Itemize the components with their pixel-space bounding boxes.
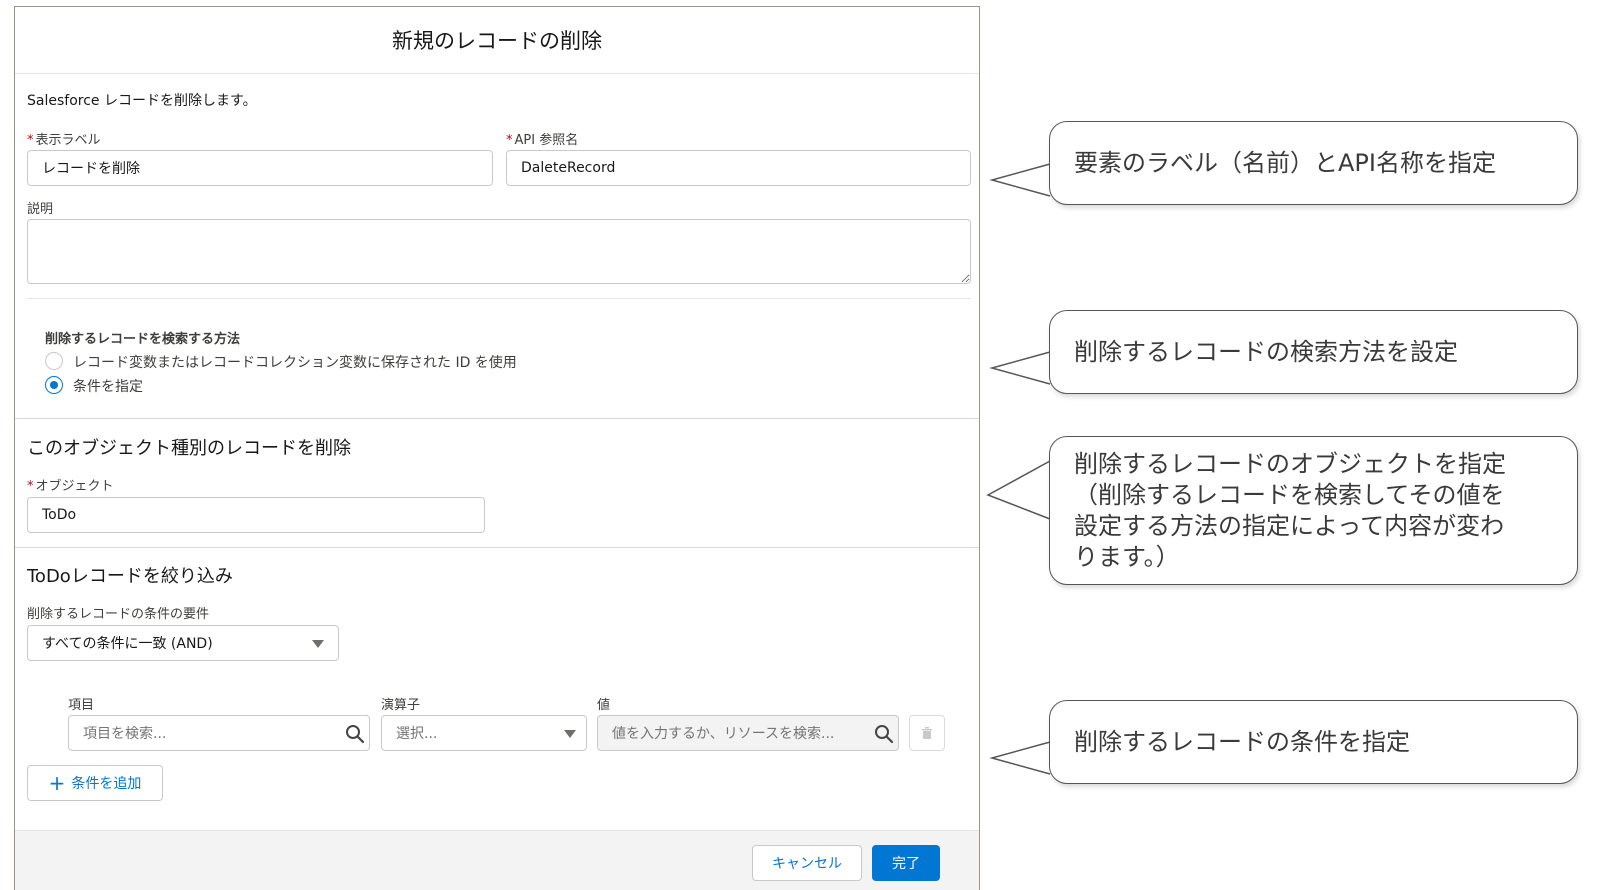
object-input[interactable]: ToDo (27, 497, 485, 533)
callout-pointer (989, 351, 1051, 385)
value-search-placeholder: 値を入力するか、リソースを検索... (612, 726, 835, 742)
callout-text: 削除するレコードの条件を指定 (1074, 727, 1410, 756)
delete-icon (922, 727, 932, 739)
callout-text: 要素のラベル（名前）とAPI名称を指定 (1074, 148, 1496, 177)
callout-conditions: 削除するレコードの条件を指定 (1049, 700, 1578, 784)
section-divider (15, 418, 979, 419)
callout-label-api: 要素のラベル（名前）とAPI名称を指定 (1049, 121, 1578, 205)
label-field-label: * 表示ラベル (27, 129, 101, 148)
field-search-input[interactable]: 項目を検索... (68, 715, 370, 751)
requirement-select-value: すべての条件に一致 (AND) (42, 636, 213, 652)
search-icon (346, 725, 365, 744)
search-icon (875, 725, 894, 744)
operator-select[interactable]: 選択... (381, 715, 587, 751)
callout-pointer (989, 741, 1051, 775)
label-field-label-text: 表示ラベル (35, 133, 101, 148)
add-condition-button[interactable]: + 条件を追加 (27, 765, 163, 801)
column-value-header: 値 (597, 698, 611, 713)
cancel-button[interactable]: キャンセル (752, 845, 862, 881)
delete-records-modal: 新規のレコードの削除 Salesforce レコードを削除します。 * 表示ラベル… (14, 6, 980, 890)
requirement-select[interactable]: すべての条件に一致 (AND) (27, 625, 339, 661)
operator-select-placeholder: 選択... (396, 726, 438, 742)
label-input[interactable]: レコードを削除 (27, 150, 493, 186)
value-search-input[interactable]: 値を入力するか、リソースを検索... (597, 715, 899, 751)
dropdown-triangle-icon (312, 640, 324, 648)
modal-description: Salesforce レコードを削除します。 (27, 93, 257, 109)
object-section-title: このオブジェクト種別のレコードを削除 (27, 438, 351, 459)
divider (27, 298, 971, 299)
section-divider (15, 547, 979, 548)
api-name-label-text: API 参照名 (514, 133, 579, 148)
modal-footer: キャンセル 完了 (15, 830, 979, 890)
api-name-input[interactable]: DaleteRecord (506, 150, 971, 186)
dropdown-triangle-icon (564, 730, 576, 738)
delete-condition-button[interactable] (909, 715, 945, 751)
callout-object: 削除するレコードのオブジェクトを指定 （削除するレコードを検索してその値を 設定… (1049, 436, 1578, 585)
done-button[interactable]: 完了 (872, 845, 940, 881)
callout-text-line: ります。） (1074, 542, 1180, 571)
modal-header: 新規のレコードの削除 (15, 7, 979, 74)
callout-text-line: 削除するレコードのオブジェクトを指定 (1074, 449, 1506, 478)
callout-text-line: （削除するレコードを検索してその値を (1074, 480, 1505, 509)
callout-pointer (989, 163, 1051, 197)
modal-title: 新規のレコードの削除 (392, 29, 602, 53)
search-method-heading: 削除するレコードを検索する方法 (45, 332, 241, 347)
required-marker: * (506, 133, 513, 148)
radio-specify-conditions-label: 条件を指定 (73, 379, 143, 395)
callout-search-method: 削除するレコードの検索方法を設定 (1049, 310, 1578, 394)
column-operator-header: 演算子 (381, 698, 421, 713)
callout-text-line: 設定する方法の指定によって内容が変わ (1074, 511, 1505, 540)
requirement-label: 削除するレコードの条件の要件 (27, 607, 210, 622)
callout-text: 削除するレコードの検索方法を設定 (1074, 337, 1458, 366)
description-textarea[interactable] (27, 219, 971, 284)
radio-use-id-label: レコード変数またはレコードコレクション変数に保存された ID を使用 (73, 355, 517, 371)
description-field-label: 説明 (27, 202, 54, 217)
column-field-header: 項目 (68, 698, 95, 713)
add-condition-label: 条件を追加 (71, 776, 142, 792)
object-label-text: オブジェクト (35, 479, 114, 494)
callout-pointer (986, 460, 1051, 520)
required-marker: * (27, 479, 34, 494)
filter-section-title: ToDoレコードを絞り込み (27, 566, 233, 587)
object-field-label: * オブジェクト (27, 475, 114, 494)
api-name-field-label: * API 参照名 (506, 129, 578, 148)
plus-icon: + (48, 771, 66, 795)
required-marker: * (27, 133, 34, 148)
radio-use-id[interactable] (45, 352, 63, 370)
radio-specify-conditions[interactable] (45, 376, 63, 394)
field-search-placeholder: 項目を検索... (83, 726, 167, 742)
